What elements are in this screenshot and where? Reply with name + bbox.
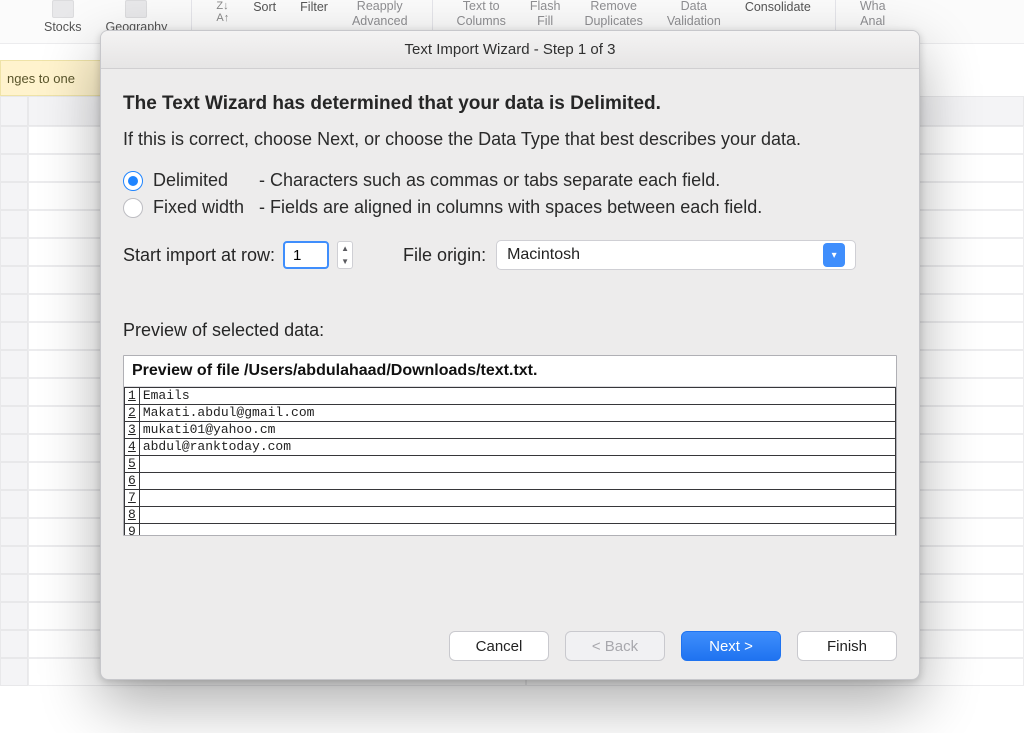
ribbon-data-validation[interactable]: Data Validation <box>667 0 721 28</box>
preview-row: 9 <box>125 524 896 536</box>
preview-header: Preview of file /Users/abdulahaad/Downlo… <box>124 356 896 387</box>
preview-row-index: 7 <box>125 490 140 507</box>
preview-row: 5 <box>125 456 896 473</box>
fixed-width-radio[interactable] <box>123 198 143 218</box>
chevron-down-icon[interactable]: ▼ <box>338 255 352 268</box>
preview-label: Preview of selected data: <box>123 320 897 341</box>
preview-row: 3mukati01@yahoo.cm <box>125 422 896 439</box>
delimited-radio[interactable] <box>123 171 143 191</box>
file-origin-value: Macintosh <box>507 246 580 264</box>
delimited-desc: - Characters such as commas or tabs sepa… <box>259 170 720 191</box>
ribbon-label: Validation <box>667 15 721 28</box>
ribbon-label: Columns <box>457 15 506 28</box>
preview-row: 1Emails <box>125 388 896 405</box>
ribbon-label: Filter <box>300 0 328 14</box>
preview-row-value: abdul@ranktoday.com <box>139 439 895 456</box>
preview-table: 1Emails2Makati.abdul@gmail.com3mukati01@… <box>124 387 896 535</box>
preview-row-index: 1 <box>125 388 140 405</box>
preview-row: 7 <box>125 490 896 507</box>
preview-row-index: 2 <box>125 405 140 422</box>
preview-row: 8 <box>125 507 896 524</box>
ribbon-stocks[interactable]: Stocks <box>44 0 82 34</box>
ribbon-label: Stocks <box>44 20 82 34</box>
next-button[interactable]: Next > <box>681 631 781 661</box>
ribbon-sort-az[interactable]: Z↓A↑ <box>216 0 229 24</box>
cancel-label: Cancel <box>476 638 523 655</box>
back-button: < Back <box>565 631 665 661</box>
preview-body[interactable]: 1Emails2Makati.abdul@gmail.com3mukati01@… <box>124 387 896 535</box>
fixed-width-desc: - Fields are aligned in columns with spa… <box>259 197 762 218</box>
delimited-label: Delimited <box>153 170 249 191</box>
cancel-button[interactable]: Cancel <box>449 631 549 661</box>
preview-panel: Preview of file /Users/abdulahaad/Downlo… <box>123 355 897 536</box>
ribbon-consolidate[interactable]: Consolidate <box>745 0 811 14</box>
notice-text: nges to one <box>7 71 75 86</box>
fixed-width-label: Fixed width <box>153 197 249 218</box>
ribbon-geography[interactable]: Geography <box>106 0 168 34</box>
ribbon-label: Flash <box>530 0 561 13</box>
ribbon-label: Consolidate <box>745 0 811 14</box>
preview-row-index: 3 <box>125 422 140 439</box>
preview-row-index: 8 <box>125 507 140 524</box>
text-import-wizard-dialog: Text Import Wizard - Step 1 of 3 The Tex… <box>100 30 920 680</box>
dropdown-arrows-icon[interactable]: ▾ <box>823 243 845 267</box>
ribbon-label: Sort <box>253 0 276 14</box>
preview-row-value <box>139 507 895 524</box>
file-origin-label: File origin: <box>403 245 486 266</box>
finish-label: Finish <box>827 638 867 655</box>
ribbon-label: Data <box>681 0 707 13</box>
preview-row-index: 5 <box>125 456 140 473</box>
ribbon-filter[interactable]: Filter <box>300 0 328 14</box>
ribbon-text-to-columns[interactable]: Text to Columns <box>457 0 506 28</box>
ribbon-what-if[interactable]: Wha Anal <box>860 0 886 28</box>
preview-row: 2Makati.abdul@gmail.com <box>125 405 896 422</box>
preview-row-value <box>139 456 895 473</box>
dialog-title-text: Text Import Wizard - Step 1 of 3 <box>405 41 616 58</box>
ribbon-label: Fill <box>537 15 553 28</box>
start-row-field[interactable] <box>291 246 321 265</box>
ribbon-label: Reapply <box>357 0 403 13</box>
start-row-input[interactable] <box>283 241 329 269</box>
preview-row: 6 <box>125 473 896 490</box>
data-type-group: Delimited - Characters such as commas or… <box>123 170 897 218</box>
preview-row-value: mukati01@yahoo.cm <box>139 422 895 439</box>
preview-row-value: Makati.abdul@gmail.com <box>139 405 895 422</box>
preview-row-index: 4 <box>125 439 140 456</box>
dialog-heading: The Text Wizard has determined that your… <box>123 93 897 115</box>
start-row-label: Start import at row: <box>123 245 275 266</box>
notice-bar: nges to one <box>0 60 104 96</box>
dialog-buttons: Cancel < Back Next > Finish <box>101 621 919 679</box>
ribbon-label: Wha <box>860 0 886 13</box>
ribbon-reapply[interactable]: Reapply Advanced <box>352 0 408 28</box>
preview-row-index: 9 <box>125 524 140 536</box>
dialog-subheading: If this is correct, choose Next, or choo… <box>123 129 897 150</box>
preview-row-value <box>139 473 895 490</box>
preview-row-value: Emails <box>139 388 895 405</box>
dialog-title: Text Import Wizard - Step 1 of 3 <box>101 31 919 69</box>
ribbon-label: Text to <box>463 0 500 13</box>
file-origin-select[interactable]: Macintosh ▾ <box>496 240 856 270</box>
preview-row-index: 6 <box>125 473 140 490</box>
ribbon-label: Anal <box>860 15 885 28</box>
ribbon-flash-fill[interactable]: Flash Fill <box>530 0 561 28</box>
start-row-stepper[interactable]: ▲ ▼ <box>337 241 353 269</box>
finish-button[interactable]: Finish <box>797 631 897 661</box>
back-label: < Back <box>592 638 638 655</box>
ribbon-label: Advanced <box>352 15 408 28</box>
preview-row: 4abdul@ranktoday.com <box>125 439 896 456</box>
preview-row-value <box>139 490 895 507</box>
ribbon-label: Remove <box>590 0 637 13</box>
chevron-up-icon[interactable]: ▲ <box>338 242 352 255</box>
preview-row-value <box>139 524 895 536</box>
ribbon-label: Duplicates <box>584 15 642 28</box>
ribbon-remove-duplicates[interactable]: Remove Duplicates <box>584 0 642 28</box>
ribbon-sort[interactable]: Sort <box>253 0 276 14</box>
next-label: Next > <box>709 638 753 655</box>
